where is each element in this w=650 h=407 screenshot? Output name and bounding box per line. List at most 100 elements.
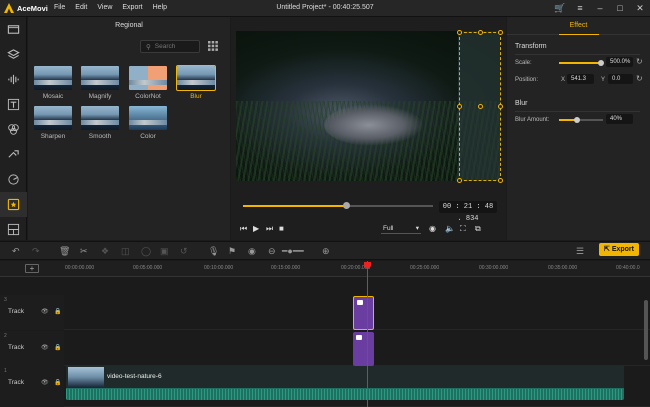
search-input[interactable] bbox=[154, 43, 195, 50]
playhead-line[interactable] bbox=[367, 261, 368, 407]
tab-effect[interactable]: Effect bbox=[507, 17, 650, 35]
track-row: 3 Track 👁 🔒 bbox=[0, 295, 650, 330]
resize-handle[interactable] bbox=[457, 104, 462, 109]
menu-export[interactable]: Export bbox=[122, 4, 142, 11]
position-x-field[interactable]: 541.3 bbox=[567, 74, 594, 84]
video-clip[interactable]: video-test-nature-6 bbox=[66, 366, 624, 400]
scrubber-knob[interactable] bbox=[342, 202, 350, 209]
blur-amount-label: Blur Amount: bbox=[515, 117, 550, 123]
zoom-slider[interactable]: ━●━━ bbox=[282, 245, 304, 257]
effect-label: Magnify bbox=[88, 93, 112, 100]
text-icon[interactable] bbox=[0, 92, 27, 117]
menu-edit[interactable]: Edit bbox=[75, 4, 87, 11]
effect-tile-blur[interactable]: Blur bbox=[176, 65, 216, 101]
speed-icon[interactable]: ◯ bbox=[141, 245, 151, 257]
snapshot-icon[interactable]: ◉ bbox=[429, 224, 436, 233]
rotate-icon[interactable]: ↺ bbox=[180, 245, 188, 257]
crop-icon[interactable]: ◫ bbox=[121, 245, 130, 257]
marker-icon[interactable]: ⚑ bbox=[228, 245, 236, 257]
y-label: Y bbox=[601, 77, 606, 83]
rotate-handle[interactable] bbox=[478, 104, 483, 109]
quality-select[interactable]: Full ▾ bbox=[381, 223, 421, 234]
resize-handle[interactable] bbox=[498, 30, 503, 35]
position-y-field[interactable]: 0.0 bbox=[608, 74, 633, 84]
add-track-button[interactable]: + bbox=[25, 264, 39, 273]
scale-slider-knob[interactable] bbox=[597, 60, 604, 66]
popout-icon[interactable]: ⧉ bbox=[475, 224, 481, 234]
effect-tile-colornot[interactable]: ColorNot bbox=[129, 66, 167, 101]
blur-selection-box[interactable] bbox=[457, 30, 503, 183]
export-button[interactable]: ⇱ Export bbox=[599, 243, 639, 256]
microphone-icon[interactable]: 🎙 bbox=[208, 245, 219, 257]
resize-handle[interactable] bbox=[498, 104, 503, 109]
ruler-tick: 00:30:00.000 bbox=[479, 265, 509, 271]
ruler-tick: 00:40:00.0 bbox=[616, 265, 640, 271]
reset-icon[interactable]: ↻ bbox=[636, 74, 643, 83]
freeze-icon[interactable]: ▣ bbox=[160, 245, 169, 257]
effect-label: Mosaic bbox=[42, 93, 64, 100]
transitions-icon[interactable] bbox=[0, 142, 27, 167]
scale-value[interactable]: 500.0% bbox=[606, 57, 633, 67]
volume-icon[interactable]: 🔈 bbox=[445, 224, 455, 233]
effect-clip[interactable] bbox=[353, 332, 374, 366]
blur-amount-value[interactable]: 40% bbox=[606, 114, 633, 124]
effect-tile-color[interactable]: Color bbox=[129, 106, 167, 141]
redo-icon[interactable]: ↷ bbox=[32, 245, 40, 257]
menu-icon[interactable]: ≡ bbox=[570, 0, 590, 17]
track-header: 2 Track 👁 🔒 bbox=[0, 331, 64, 366]
effect-clip-selected[interactable] bbox=[353, 296, 374, 330]
preview-panel: 00 : 21 : 48 . 834 ⏮ ▶ ⏭ ■ Full ▾ ◉ 🔈 ⛶ ⧉ bbox=[231, 17, 506, 240]
app-logo: AceMovi bbox=[4, 3, 48, 13]
audio-icon[interactable] bbox=[0, 67, 27, 92]
effects-icon[interactable] bbox=[0, 192, 27, 217]
lock-icon[interactable]: 🔒 bbox=[54, 344, 61, 351]
undo-icon[interactable]: ↶ bbox=[12, 245, 20, 257]
settings-sliders-icon[interactable]: ☰ bbox=[576, 245, 584, 257]
lock-icon[interactable]: 🔒 bbox=[54, 379, 61, 386]
search-box[interactable]: ⚲ bbox=[140, 40, 200, 53]
delete-icon[interactable]: 🗑 bbox=[59, 245, 70, 257]
menu-help[interactable]: Help bbox=[153, 4, 167, 11]
fullscreen-icon[interactable]: ⛶ bbox=[460, 224, 466, 234]
eye-icon[interactable]: 👁 bbox=[41, 379, 49, 386]
close-button[interactable]: ✕ bbox=[630, 0, 650, 17]
grid-view-icon[interactable] bbox=[208, 41, 218, 51]
record-icon[interactable]: ◉ bbox=[248, 245, 256, 257]
edit-toolbar: ↶ ↷ 🗑 ✂ ❖ ◫ ◯ ▣ ↺ 🎙 ⚑ ◉ ⊖ ━●━━ ⊕ ☰ bbox=[0, 241, 650, 260]
blur-amount-knob[interactable] bbox=[573, 117, 580, 123]
lock-icon[interactable]: 🔒 bbox=[54, 308, 61, 315]
effect-thumbnail bbox=[34, 66, 72, 90]
overlay-icon[interactable] bbox=[0, 167, 27, 192]
effect-tile-smooth[interactable]: Smooth bbox=[81, 106, 119, 141]
maximize-button[interactable]: □ bbox=[610, 0, 630, 17]
eye-icon[interactable]: 👁 bbox=[41, 344, 49, 351]
zoom-in-icon[interactable]: ⊕ bbox=[322, 245, 330, 257]
minimize-button[interactable]: – bbox=[590, 0, 610, 17]
prev-frame-icon[interactable]: ⏮ bbox=[240, 224, 247, 234]
cut-icon[interactable]: ✂ bbox=[80, 245, 88, 257]
media-icon[interactable] bbox=[0, 17, 27, 42]
next-frame-icon[interactable]: ⏭ bbox=[266, 224, 273, 234]
timeline-ruler[interactable]: 00:00:00.000 00:05:00.000 00:10:00.000 0… bbox=[0, 261, 650, 277]
play-icon[interactable]: ▶ bbox=[253, 224, 259, 233]
cart-icon[interactable]: 🛒 bbox=[550, 0, 570, 17]
split-screen-icon[interactable] bbox=[0, 217, 27, 242]
effect-label: Blur bbox=[190, 93, 202, 100]
resize-handle[interactable] bbox=[478, 30, 483, 35]
menu-file[interactable]: File bbox=[54, 4, 65, 11]
menu-view[interactable]: View bbox=[97, 4, 112, 11]
zoom-out-icon[interactable]: ⊖ bbox=[268, 245, 276, 257]
effect-tile-magnify[interactable]: Magnify bbox=[81, 66, 119, 101]
split-icon[interactable]: ❖ bbox=[101, 245, 109, 257]
stop-icon[interactable]: ■ bbox=[279, 224, 284, 233]
effect-tile-sharpen[interactable]: Sharpen bbox=[34, 106, 72, 141]
resize-handle[interactable] bbox=[498, 178, 503, 183]
filters-icon[interactable] bbox=[0, 117, 27, 142]
resize-handle[interactable] bbox=[457, 30, 462, 35]
vertical-scrollbar[interactable] bbox=[644, 300, 648, 360]
eye-icon[interactable]: 👁 bbox=[41, 308, 49, 315]
reset-icon[interactable]: ↻ bbox=[636, 57, 643, 66]
effect-tile-mosaic[interactable]: Mosaic bbox=[34, 66, 72, 101]
resize-handle[interactable] bbox=[457, 178, 462, 183]
layers-icon[interactable] bbox=[0, 42, 27, 67]
